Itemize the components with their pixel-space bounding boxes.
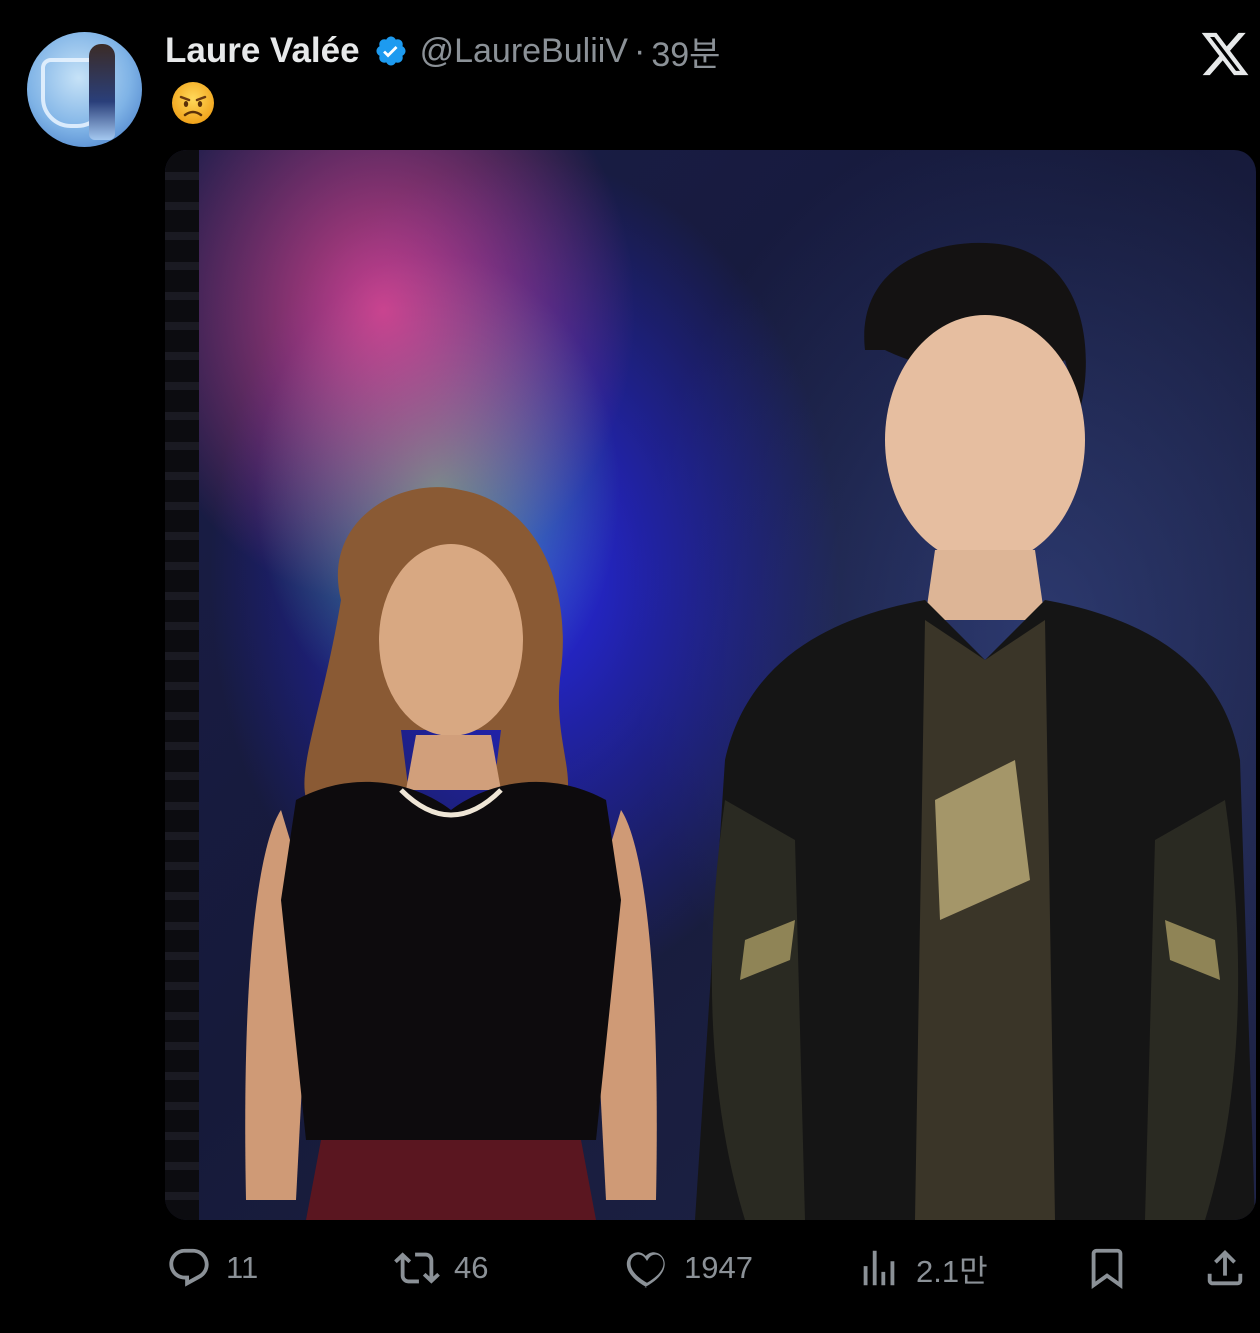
tweet: Laure Valée @LaureBuliiV · 39분 11 46 194…: [0, 0, 1260, 1333]
share-icon: [1207, 1249, 1243, 1286]
share-button[interactable]: [1202, 1240, 1248, 1296]
like-button[interactable]: 1947: [624, 1240, 753, 1296]
action-bar: 11 46 1947 2.1만: [0, 1240, 1260, 1300]
separator-dot: ·: [633, 31, 646, 70]
photo-film-edge: [165, 150, 199, 1220]
bookmark-button[interactable]: [1084, 1240, 1130, 1296]
tweet-photo[interactable]: [165, 150, 1256, 1220]
retweet-count: 46: [454, 1250, 489, 1285]
user-handle[interactable]: @LaureBuliiV: [420, 32, 628, 71]
timestamp[interactable]: 39분: [651, 27, 720, 76]
heart-icon: [626, 1252, 665, 1288]
reply-icon: [169, 1248, 209, 1287]
avatar-figure-graphic: [89, 44, 115, 140]
avatar[interactable]: [27, 32, 142, 147]
photo-person-left: [245, 487, 657, 1220]
x-logo-icon[interactable]: [1198, 28, 1252, 80]
display-name[interactable]: Laure Valée: [165, 31, 360, 71]
photo-person-right: [695, 242, 1255, 1220]
tweet-header: Laure Valée @LaureBuliiV · 39분: [165, 28, 720, 74]
verified-badge-icon: [376, 36, 406, 66]
like-count: 1947: [684, 1250, 753, 1285]
reply-button[interactable]: 11: [166, 1240, 258, 1296]
views-button[interactable]: 2.1만: [856, 1240, 988, 1296]
angry-face-emoji-icon: [172, 82, 214, 124]
retweet-icon: [394, 1252, 440, 1284]
views-count: 2.1만: [916, 1253, 988, 1289]
reply-count: 11: [226, 1250, 259, 1285]
retweet-button[interactable]: 46: [394, 1240, 488, 1296]
views-icon: [863, 1250, 895, 1286]
bookmark-icon: [1091, 1248, 1123, 1289]
